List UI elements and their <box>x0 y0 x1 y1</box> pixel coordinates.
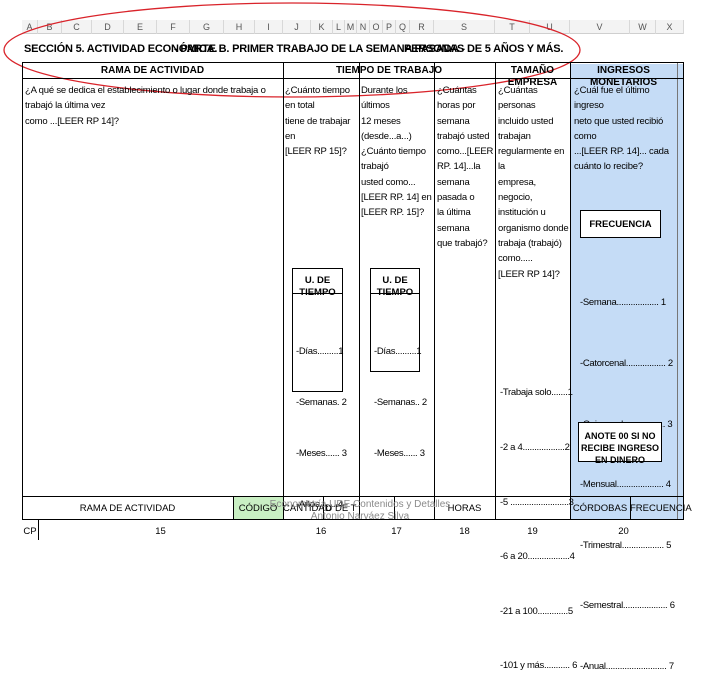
option-6-a-20: -6 a 20..................4 <box>500 551 575 563</box>
unidad-tiempo-divider <box>293 293 342 294</box>
row-number-20: 20 <box>618 526 629 537</box>
grid-line <box>22 62 23 520</box>
anote-text: ANOTE 00 SI NO RECIBE INGRESO EN DINERO <box>581 431 660 465</box>
row-number-18: 18 <box>459 526 470 537</box>
row-number-19: 19 <box>527 526 538 537</box>
option-101-y-mas: -101 y más........... 6 <box>500 660 578 672</box>
footer-frecuencia: FRECUENCIA <box>630 503 692 514</box>
grid-line <box>359 62 360 520</box>
question-16: ¿Cuánto tiempo en total tiene de trabaja… <box>285 85 351 158</box>
option-5: -5 .........................3 <box>500 496 574 508</box>
unidad-tiempo-divider <box>371 293 419 294</box>
option-semanas: -Semanas. 2 <box>296 397 347 408</box>
question-20: ¿Cuál fue el último ingreso neto que ust… <box>574 85 669 173</box>
watermark-line-2: Antonio Narváez Silva <box>310 511 410 522</box>
unidad-tiempo-options: -Días.........1 -Semanas.. 2 -Meses.....… <box>374 309 427 496</box>
grid-line <box>283 62 284 520</box>
watermark-line-1: Econometría UDE Contenidos y Detalles <box>269 499 451 510</box>
grid-line <box>495 62 496 520</box>
option-catorcenal: -Catorcenal................. 2 <box>580 358 673 370</box>
question-18: ¿Cuántas horas por semana trabajó usted … <box>437 85 494 249</box>
option-21-a-100: -21 a 100.............5 <box>500 605 573 617</box>
frecuencia-options: -Semana.................. 1 -Catorcenal.… <box>580 253 675 697</box>
question-19: ¿Cuántas personas incluido usted trabaja… <box>498 85 569 280</box>
grid-line <box>683 62 684 520</box>
tamano-options: -Trabaja solo.......1 -2 a 4............… <box>500 348 577 694</box>
option-dias: -Días.........1 <box>296 346 344 357</box>
grid-line <box>434 62 435 520</box>
row-number-16: 16 <box>315 526 327 537</box>
row-number-15: 15 <box>155 526 166 537</box>
header-rama-actividad: RAMA DE ACTIVIDAD <box>100 65 205 76</box>
option-2-a-4: -2 a 4..................2 <box>500 442 570 454</box>
question-17: Durante los últimos 12 meses (desde...a.… <box>361 85 432 219</box>
grid-line <box>22 62 684 63</box>
option-dias: -Días.........1 <box>374 346 422 357</box>
unidad-tiempo-title: U. DE TIEMPO <box>377 275 413 298</box>
option-semestral: -Semestral................... 6 <box>580 600 675 612</box>
option-mensual: -Mensual.................... 4 <box>580 479 671 491</box>
option-meses: -Meses...... 3 <box>296 448 347 459</box>
option-trabaja-solo: -Trabaja solo.......1 <box>500 387 573 399</box>
footer-rama-actividad: RAMA DE ACTIVIDAD <box>79 503 176 514</box>
option-anual: -Anual.......................... 7 <box>580 661 674 673</box>
question-15: ¿A qué se dedica el establecimiento o lu… <box>25 85 266 127</box>
footer-cordobas: CÓRDOBAS <box>572 503 628 514</box>
option-semana: -Semana.................. 1 <box>580 297 666 309</box>
frecuencia-title: FRECUENCIA <box>589 219 652 230</box>
option-semanas: -Semanas.. 2 <box>374 397 427 408</box>
header-tiempo-trabajo: TIEMPO DE TRABAJO <box>335 65 443 76</box>
unidad-tiempo-box-q16: U. DE TIEMPO -Días.........1 -Semanas. 2… <box>292 268 347 510</box>
option-trimestral: -Trimestral.................. 5 <box>580 539 672 551</box>
option-meses: -Meses...... 3 <box>374 448 425 459</box>
unidad-tiempo-title: U. DE TIEMPO <box>299 275 335 298</box>
grid-line <box>677 62 678 520</box>
anote-box: ANOTE 00 SI NO RECIBE INGRESO EN DINERO <box>578 422 662 465</box>
frecuencia-box: FRECUENCIA <box>580 210 661 238</box>
unidad-tiempo-box-q17: U. DE TIEMPO -Días.........1 -Semanas.. … <box>370 268 427 459</box>
row-cp: CP <box>23 526 37 537</box>
row-number-17: 17 <box>391 526 402 537</box>
